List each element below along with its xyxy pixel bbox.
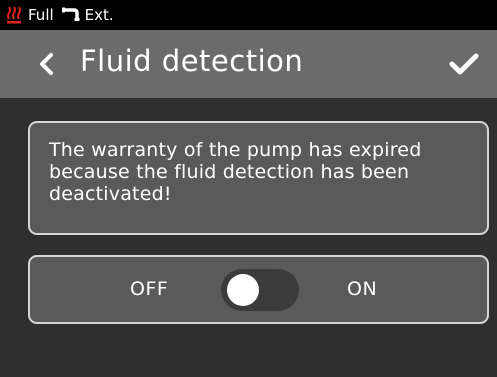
warning-panel: The warranty of the pump has expired bec…	[28, 121, 489, 235]
source-status-label: Ext.	[84, 6, 114, 24]
chevron-left-icon	[40, 53, 53, 75]
toggle-knob	[227, 274, 259, 306]
header: Fluid detection	[0, 30, 497, 98]
pipe-icon	[61, 7, 80, 21]
toggle-off-label: OFF	[130, 278, 169, 300]
back-button[interactable]	[34, 50, 58, 78]
confirm-button[interactable]	[447, 49, 481, 79]
warranty-warning-text: The warranty of the pump has expired bec…	[49, 139, 422, 205]
page-title: Fluid detection	[80, 44, 304, 78]
status-bar: Full Ext.	[0, 0, 497, 30]
power-status-label: Full	[28, 6, 54, 24]
fluid-detection-toggle[interactable]	[221, 269, 299, 311]
toggle-on-label: ON	[347, 278, 378, 300]
screen: Full Ext. Fluid detection The warranty o…	[0, 0, 497, 377]
checkmark-icon	[449, 53, 479, 75]
heater-icon	[7, 6, 21, 24]
fluid-detection-toggle-panel: OFF ON	[28, 255, 489, 324]
